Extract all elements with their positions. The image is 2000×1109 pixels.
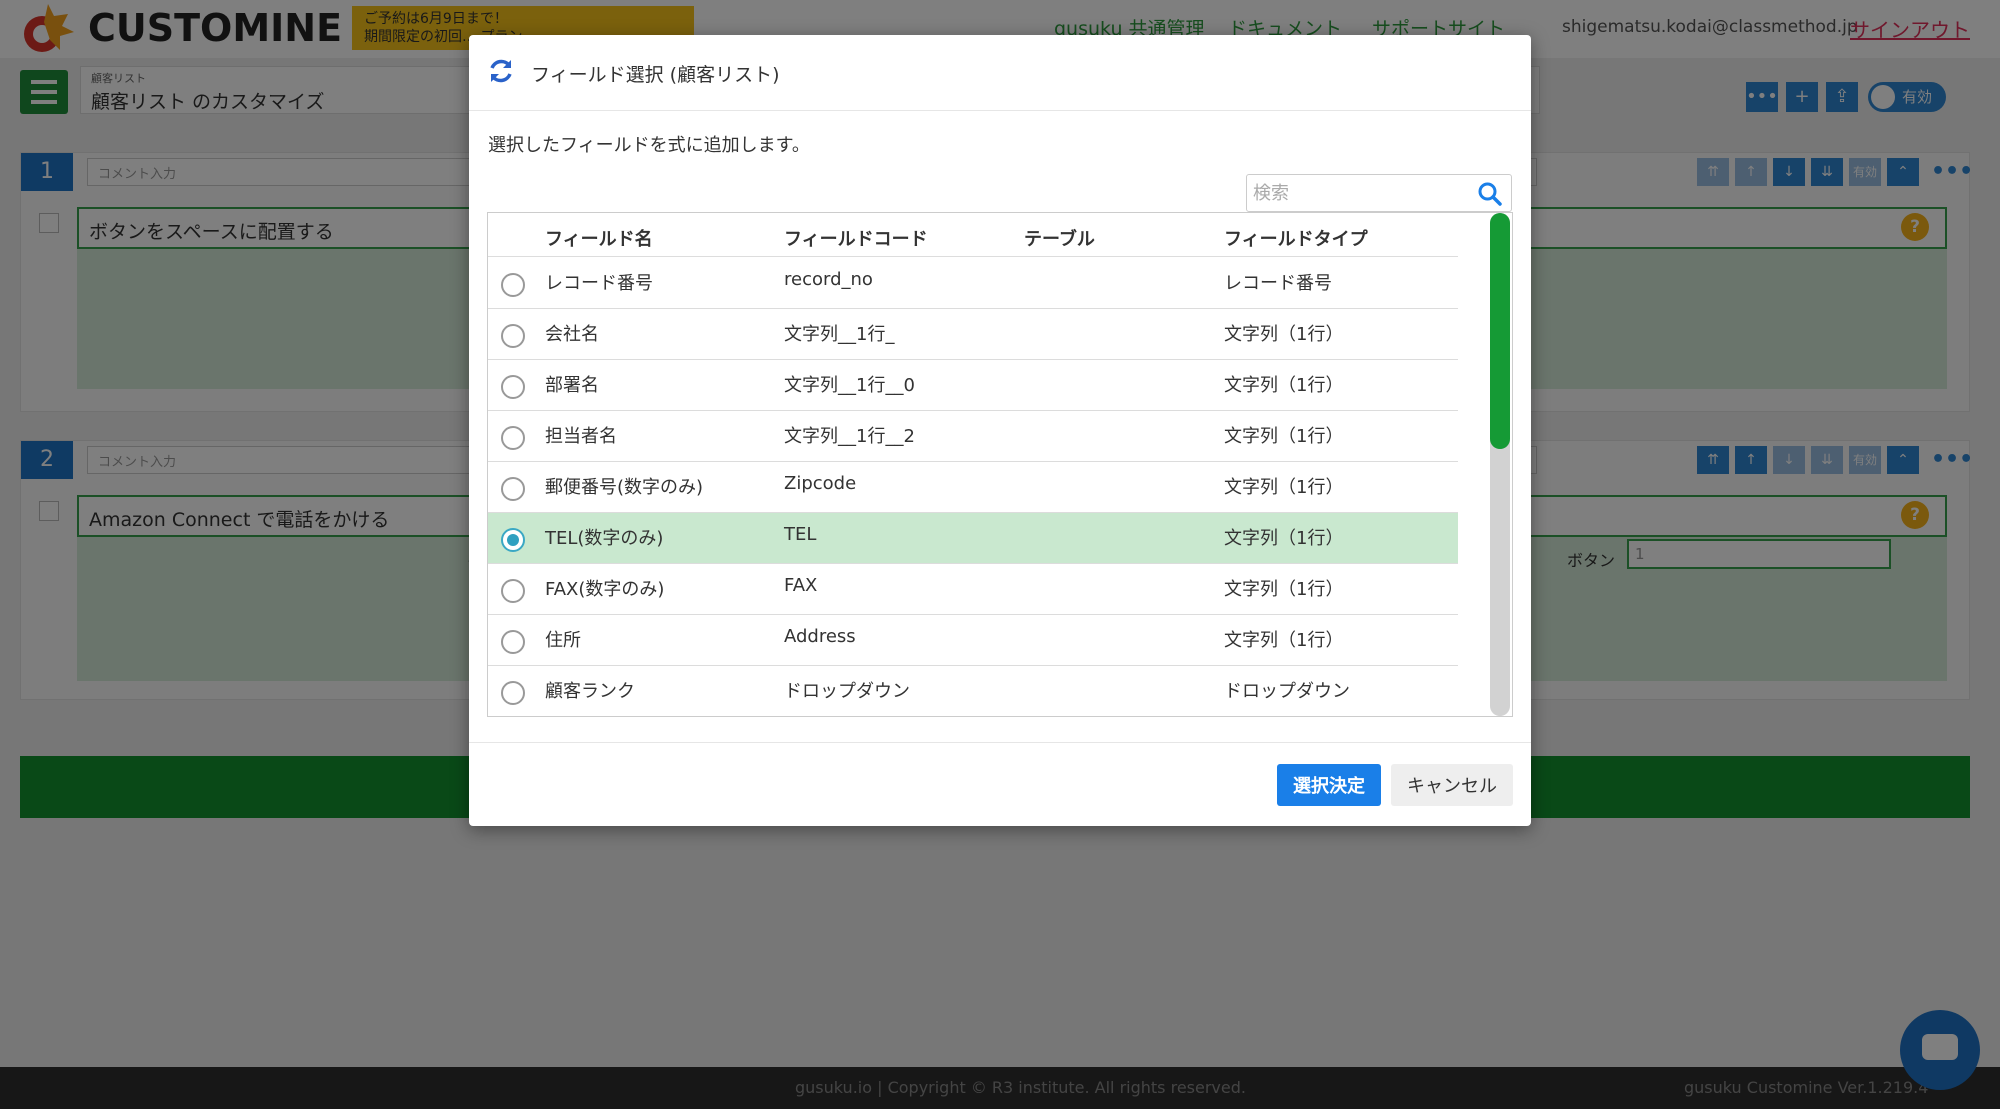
row-radio[interactable] — [501, 630, 525, 654]
cell-field-name: FAX(数字のみ) — [545, 579, 665, 600]
cell-field-name: 部署名 — [545, 375, 599, 396]
cell-field-name: レコード番号 — [545, 273, 653, 294]
cell-field-type: 文字列（1行） — [1224, 375, 1344, 396]
column-header-field-type: フィールドタイプ — [1224, 229, 1368, 250]
row-radio[interactable] — [501, 579, 525, 603]
row-radio[interactable] — [501, 324, 525, 348]
cell-field-type: ドロップダウン — [1224, 681, 1350, 702]
cell-field-type: 文字列（1行） — [1224, 579, 1344, 600]
cell-field-code: Address — [784, 626, 856, 647]
row-radio[interactable] — [501, 681, 525, 705]
row-radio[interactable] — [501, 426, 525, 450]
cell-field-code: 文字列__1行__0 — [784, 375, 915, 396]
dialog-description: 選択したフィールドを式に追加します。 — [488, 135, 810, 156]
table-row[interactable]: 顧客ランク ドロップダウン ドロップダウン — [488, 666, 1458, 716]
table-row[interactable]: 会社名 文字列__1行_ 文字列（1行） — [488, 309, 1458, 360]
cell-field-code: ドロップダウン — [784, 681, 910, 702]
cell-field-name: 顧客ランク — [545, 681, 635, 702]
field-select-dialog: フィールド選択 (顧客リスト) 選択したフィールドを式に追加します。 フィールド… — [469, 35, 1531, 826]
cell-field-name: 住所 — [545, 630, 581, 651]
table-header: フィールド名 フィールドコード テーブル フィールドタイプ — [488, 213, 1458, 257]
cell-field-type: 文字列（1行） — [1224, 630, 1344, 651]
cell-field-type: 文字列（1行） — [1224, 528, 1344, 549]
cell-field-type: レコード番号 — [1224, 273, 1332, 294]
table-row[interactable]: 部署名 文字列__1行__0 文字列（1行） — [488, 360, 1458, 411]
table-row[interactable]: 郵便番号(数字のみ) Zipcode 文字列（1行） — [488, 462, 1458, 513]
cell-field-name: 担当者名 — [545, 426, 617, 447]
table-row[interactable]: FAX(数字のみ) FAX 文字列（1行） — [488, 564, 1458, 615]
row-radio[interactable] — [501, 375, 525, 399]
cell-field-code: record_no — [784, 269, 873, 290]
row-radio[interactable] — [501, 477, 525, 501]
cell-field-code: 文字列__1行_ — [784, 324, 895, 345]
row-radio[interactable] — [501, 273, 525, 297]
cell-field-code: Zipcode — [784, 473, 857, 494]
cell-field-type: 文字列（1行） — [1224, 324, 1344, 345]
column-header-field-name: フィールド名 — [545, 229, 653, 250]
table-scrollbar[interactable] — [1490, 213, 1510, 716]
cancel-button[interactable]: キャンセル — [1391, 764, 1513, 806]
cell-field-name: TEL(数字のみ) — [545, 528, 664, 549]
cell-field-code: FAX — [784, 575, 818, 596]
table-row-selected[interactable]: TEL(数字のみ) TEL 文字列（1行） — [488, 513, 1458, 564]
dialog-footer-divider — [469, 742, 1531, 743]
cell-field-code: TEL — [784, 524, 817, 545]
column-header-field-code: フィールドコード — [784, 229, 928, 250]
field-table: フィールド名 フィールドコード テーブル フィールドタイプ レコード番号 rec… — [487, 212, 1513, 717]
dialog-header: フィールド選択 (顧客リスト) — [469, 35, 1531, 111]
cell-field-code: 文字列__1行__2 — [784, 426, 915, 447]
cell-field-name: 郵便番号(数字のみ) — [545, 477, 704, 498]
search-icon[interactable] — [1477, 181, 1503, 207]
column-header-table: テーブル — [1024, 229, 1095, 250]
cell-field-type: 文字列（1行） — [1224, 426, 1344, 447]
cell-field-type: 文字列（1行） — [1224, 477, 1344, 498]
confirm-selection-button[interactable]: 選択決定 — [1277, 764, 1381, 806]
row-radio-checked[interactable] — [501, 528, 525, 552]
sync-icon — [490, 59, 512, 83]
table-row[interactable]: レコード番号 record_no レコード番号 — [488, 258, 1458, 309]
search-box — [1246, 174, 1512, 212]
table-row[interactable]: 住所 Address 文字列（1行） — [488, 615, 1458, 666]
scrollbar-thumb[interactable] — [1490, 213, 1510, 449]
table-row[interactable]: 担当者名 文字列__1行__2 文字列（1行） — [488, 411, 1458, 462]
cell-field-name: 会社名 — [545, 324, 599, 345]
dialog-title: フィールド選択 (顧客リスト) — [531, 64, 780, 86]
search-input[interactable] — [1253, 179, 1463, 207]
